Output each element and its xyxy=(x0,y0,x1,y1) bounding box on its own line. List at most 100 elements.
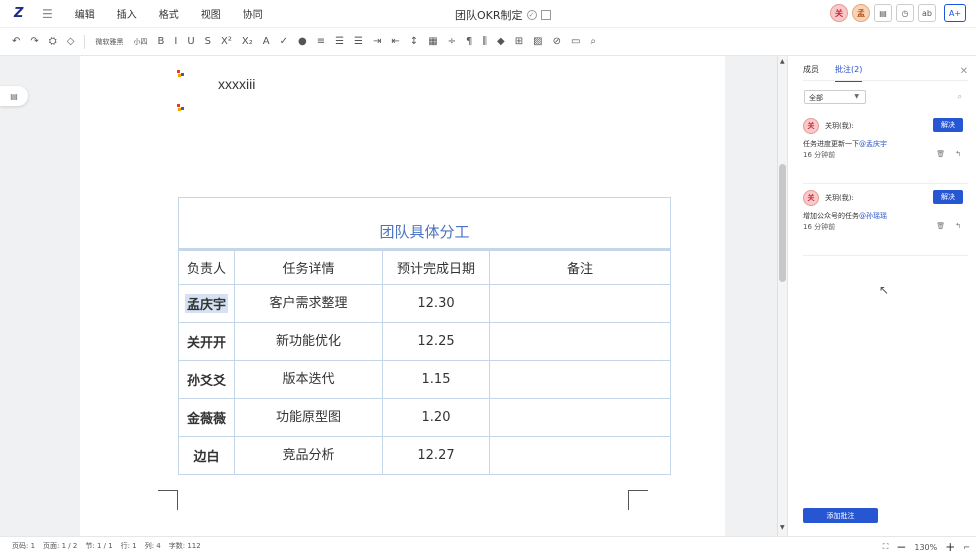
format-painter-icon[interactable]: ⛭ xyxy=(49,36,57,47)
indent-icon[interactable]: ⇥ xyxy=(373,36,381,47)
font-color-button[interactable]: A xyxy=(263,36,270,47)
selected-text[interactable]: 孟庆宇 xyxy=(184,294,228,313)
font-family-select[interactable]: 微软雅黑 xyxy=(95,37,123,47)
comment-icon[interactable]: ▤ xyxy=(874,4,892,22)
reply-icon[interactable]: ↰ xyxy=(955,150,961,158)
header-cell[interactable]: 任务详情 xyxy=(235,251,383,284)
task-cell[interactable]: 客户需求整理 xyxy=(235,285,383,322)
clear-format-icon[interactable]: ◇ xyxy=(67,36,75,47)
resolve-button[interactable]: 解决 xyxy=(933,190,963,204)
task-cell[interactable]: 竞品分析 xyxy=(235,437,383,474)
fit-page-icon[interactable]: ⛶ xyxy=(883,542,889,552)
date-cell[interactable]: 1.15 xyxy=(383,361,490,398)
comment-toolbar-icon[interactable]: ▭ xyxy=(571,36,580,47)
strikethrough-button[interactable]: S xyxy=(205,36,211,47)
menu-format[interactable]: 格式 xyxy=(159,6,179,21)
highlight-button[interactable]: ✓ xyxy=(280,36,288,47)
menu-insert[interactable]: 插入 xyxy=(117,6,137,21)
document-page[interactable]: xxxxiii 团队具体分工 负责人 任务详情 预计完成日期 备注 孟庆宇 客户… xyxy=(80,56,725,536)
date-cell[interactable]: 12.27 xyxy=(383,437,490,474)
shape-icon[interactable]: ◆ xyxy=(497,36,505,47)
block-handle-icon[interactable] xyxy=(177,104,185,112)
paragraph-icon[interactable]: ¶ xyxy=(466,36,472,47)
image-icon[interactable]: ▨ xyxy=(533,36,542,47)
share-button[interactable]: A+ xyxy=(944,4,966,22)
avatar[interactable]: 关 xyxy=(830,4,848,22)
emoji-icon[interactable]: ● xyxy=(298,36,307,47)
resolve-button[interactable]: 解决 xyxy=(933,118,963,132)
task-cell[interactable]: 版本迭代 xyxy=(235,361,383,398)
redo-icon[interactable]: ↷ xyxy=(30,36,38,47)
menu-edit[interactable]: 编辑 xyxy=(75,6,95,21)
line-spacing-icon[interactable]: ↕ xyxy=(410,36,418,47)
note-cell[interactable] xyxy=(490,437,670,474)
grid-icon[interactable]: ⊞ xyxy=(515,36,523,47)
hamburger-menu-icon[interactable]: ☰ xyxy=(42,7,53,21)
task-table[interactable]: 团队具体分工 负责人 任务详情 预计完成日期 备注 孟庆宇 客户需求整理 12.… xyxy=(178,197,671,475)
paragraph-text[interactable]: xxxxiii xyxy=(218,76,255,92)
vertical-scrollbar[interactable]: ▲ ▼ xyxy=(777,56,787,536)
align-icon[interactable]: ≡ xyxy=(317,36,325,47)
comment-card[interactable]: 关 关玥(我): 解决 任务进度更新一下@孟庆宇 16 分钟前 🗑 ↰ xyxy=(803,118,963,168)
scroll-up-icon[interactable]: ▲ xyxy=(780,58,785,65)
header-cell[interactable]: 负责人 xyxy=(179,251,235,284)
history-icon[interactable]: ◷ xyxy=(896,4,914,22)
save-icon[interactable] xyxy=(540,10,551,20)
mention-link[interactable]: @孙瑶瑶 xyxy=(859,212,887,220)
fullscreen-icon[interactable]: ⌐ xyxy=(963,543,970,552)
more-apps-icon[interactable]: ab xyxy=(918,4,936,22)
table-title[interactable]: 团队具体分工 xyxy=(179,198,670,250)
columns-icon[interactable]: ⫼ xyxy=(482,36,487,47)
delete-icon[interactable]: 🗑 xyxy=(936,222,945,230)
link-icon[interactable]: ⊘ xyxy=(553,36,561,47)
font-size-select[interactable]: 小四 xyxy=(133,37,147,47)
note-cell[interactable] xyxy=(490,323,670,360)
delete-icon[interactable]: 🗑 xyxy=(936,150,945,158)
task-cell[interactable]: 功能原型图 xyxy=(235,399,383,436)
menu-view[interactable]: 视图 xyxy=(201,6,221,21)
scroll-thumb[interactable] xyxy=(779,164,786,282)
date-cell[interactable]: 1.20 xyxy=(383,399,490,436)
zoom-level[interactable]: 130% xyxy=(914,543,937,552)
mention-link[interactable]: @孟庆宇 xyxy=(859,140,887,148)
owner-cell[interactable]: 金薇薇 xyxy=(179,399,235,436)
owner-cell[interactable]: 关开开 xyxy=(179,323,235,360)
subscript-button[interactable]: X₂ xyxy=(242,36,253,47)
app-logo[interactable]: Z xyxy=(14,6,28,21)
header-cell[interactable]: 备注 xyxy=(490,251,670,284)
reply-icon[interactable]: ↰ xyxy=(955,222,961,230)
search-icon[interactable]: ⌕ xyxy=(590,36,596,47)
search-icon[interactable]: ⌕ xyxy=(958,92,962,102)
superscript-button[interactable]: X² xyxy=(221,36,232,47)
scroll-down-icon[interactable]: ▼ xyxy=(780,524,785,531)
ordered-list-icon[interactable]: ☰ xyxy=(335,36,344,47)
add-comment-button[interactable]: 添加批注 xyxy=(803,508,878,523)
close-icon[interactable]: ✕ xyxy=(960,66,968,77)
undo-icon[interactable]: ↶ xyxy=(12,36,20,47)
comment-card[interactable]: 关 关玥(我): 解决 增加公众号的任务@孙瑶瑶 16 分钟前 🗑 ↰ xyxy=(803,190,963,240)
note-cell[interactable] xyxy=(490,399,670,436)
zoom-in-button[interactable]: + xyxy=(945,540,955,554)
bold-button[interactable]: B xyxy=(157,36,164,47)
task-cell[interactable]: 新功能优化 xyxy=(235,323,383,360)
table-icon[interactable]: ▦ xyxy=(428,36,437,47)
avatar[interactable]: 孟 xyxy=(852,4,870,22)
underline-button[interactable]: U xyxy=(187,36,194,47)
note-cell[interactable] xyxy=(490,361,670,398)
block-handle-icon[interactable] xyxy=(177,70,185,78)
comment-filter-select[interactable]: 全部 ▼ xyxy=(804,90,866,104)
unordered-list-icon[interactable]: ☰ xyxy=(354,36,363,47)
zoom-out-button[interactable]: − xyxy=(896,540,906,554)
owner-cell[interactable]: 孙爻爻 xyxy=(179,361,235,398)
menu-collaborate[interactable]: 协同 xyxy=(243,6,263,21)
owner-cell[interactable]: 孟庆宇 xyxy=(179,285,235,322)
outdent-icon[interactable]: ⇤ xyxy=(391,36,399,47)
italic-button[interactable]: I xyxy=(174,36,177,47)
note-cell[interactable] xyxy=(490,285,670,322)
divider-icon[interactable]: ÷ xyxy=(448,36,456,47)
date-cell[interactable]: 12.30 xyxy=(383,285,490,322)
owner-cell[interactable]: 边白 xyxy=(179,437,235,474)
header-cell[interactable]: 预计完成日期 xyxy=(383,251,490,284)
outline-toggle-icon[interactable]: ▤ xyxy=(0,86,28,106)
date-cell[interactable]: 12.25 xyxy=(383,323,490,360)
